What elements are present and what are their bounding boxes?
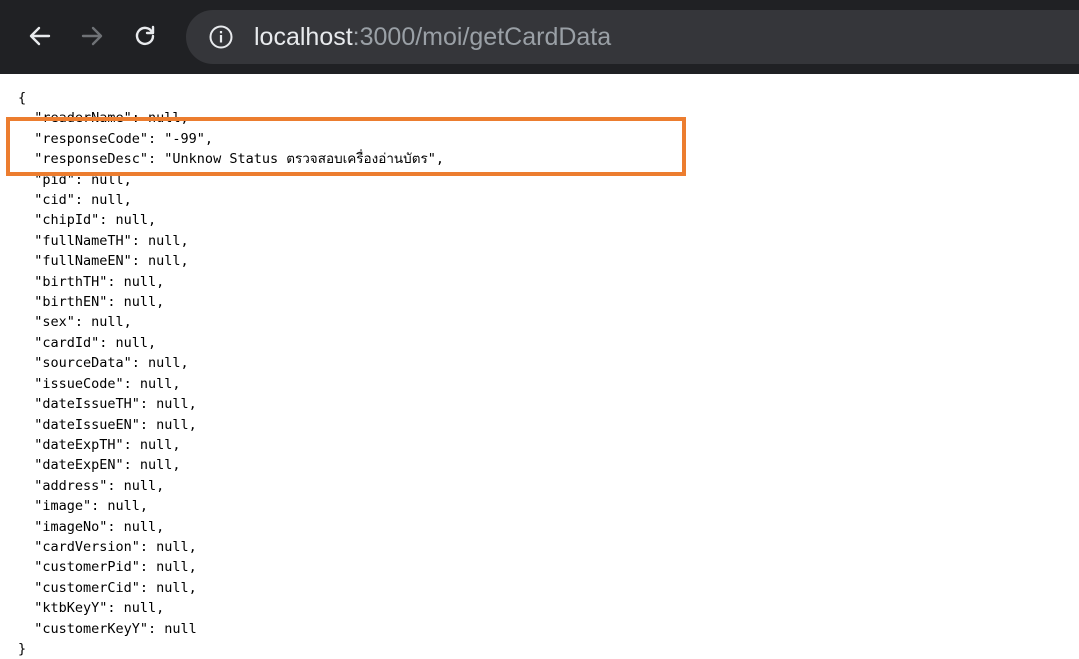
json-line: } — [18, 640, 27, 657]
json-line: "customerPid": null, — [18, 559, 197, 576]
json-line: "cardId": null, — [18, 334, 157, 351]
highlight-box — [6, 117, 686, 176]
json-line: "dateIssueEN": null, — [18, 416, 197, 433]
json-line: "birthTH": null, — [18, 273, 165, 290]
json-line: "fullNameEN": null, — [18, 253, 189, 270]
json-line: "customerKeyY": null — [18, 620, 197, 637]
json-line: "issueCode": null, — [18, 375, 181, 392]
forward-button[interactable] — [70, 14, 114, 58]
json-line: "customerCid": null, — [18, 579, 197, 596]
json-line: "cid": null, — [18, 192, 132, 209]
reload-icon — [135, 25, 155, 46]
back-button[interactable] — [18, 14, 62, 58]
address-bar[interactable]: localhost:3000/moi/getCardData — [186, 10, 1079, 64]
arrow-left-icon — [29, 26, 51, 46]
url-text[interactable]: localhost:3000/moi/getCardData — [254, 20, 611, 54]
browser-top-bar: localhost:3000/moi/getCardData — [0, 0, 1079, 74]
json-line: "birthEN": null, — [18, 294, 165, 311]
json-line: "dateExpEN": null, — [18, 457, 181, 474]
json-line: "image": null, — [18, 498, 149, 515]
json-line: "dateExpTH": null, — [18, 436, 181, 453]
json-line: "address": null, — [18, 477, 165, 494]
json-line: "ktbKeyY": null, — [18, 600, 165, 617]
json-line: "sex": null, — [18, 314, 132, 331]
json-line: "sourceData": null, — [18, 355, 189, 372]
json-line: "fullNameTH": null, — [18, 232, 189, 249]
json-line: "dateIssueTH": null, — [18, 396, 197, 413]
json-line: "cardVersion": null, — [18, 538, 197, 555]
browser-toolbar: localhost:3000/moi/getCardData — [0, 0, 1079, 82]
url-path: :3000/moi/getCardData — [352, 23, 612, 51]
json-line: "imageNo": null, — [18, 518, 165, 535]
json-line: { — [18, 90, 27, 106]
reload-button[interactable] — [123, 14, 167, 58]
info-circle-icon[interactable] — [208, 24, 234, 50]
json-line: "chipId": null, — [18, 212, 157, 229]
arrow-right-icon — [81, 26, 103, 46]
url-host: localhost — [254, 23, 353, 51]
